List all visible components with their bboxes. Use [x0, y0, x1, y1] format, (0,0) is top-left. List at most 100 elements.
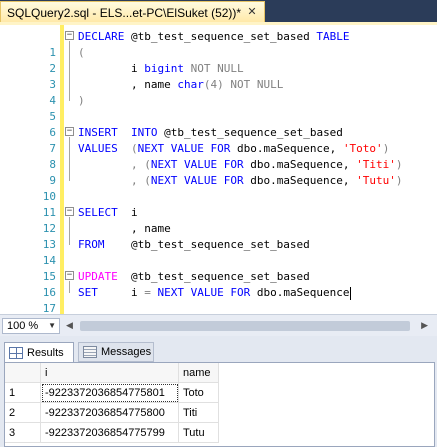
editor-status-bar: 100 % ▼ ◀ ▶ [0, 314, 437, 336]
table-row[interactable]: 2 -9223372036854775800 Titi [5, 403, 436, 423]
close-icon[interactable]: ✕ [245, 5, 259, 19]
zoom-select[interactable]: 100 % ▼ [2, 318, 60, 334]
results-grid[interactable]: i name 1 -9223372036854775801 Toto 2 -92… [4, 362, 435, 447]
identifier: i [78, 62, 145, 75]
identifier: @tb_test_sequence_set_based [104, 238, 310, 251]
code-line: 6 [0, 109, 437, 139]
punctuation: ( [117, 142, 138, 155]
scroll-thumb[interactable] [80, 321, 410, 331]
keyword: bigint [144, 62, 184, 75]
code-line: 11 [0, 189, 437, 219]
keyword: VALUES [78, 142, 118, 155]
keyword: DECLARE [78, 30, 125, 43]
punctuation: ( [78, 46, 85, 59]
keyword: NEXT VALUE FOR [137, 142, 231, 155]
code-line: 2 ( [0, 45, 437, 75]
table-cell[interactable]: -9223372036854775801 [41, 383, 179, 403]
code-line: 1 DECLARE @tb_test_sequence_set_based TA… [0, 29, 437, 59]
code-line: 10 , (NEXT VALUE FOR dbo.maSequence, 'Tu… [0, 173, 437, 203]
zoom-value: 100 % [7, 320, 39, 332]
text-cursor [349, 286, 351, 300]
table-cell[interactable]: Titi [179, 403, 219, 423]
code-line: 15 [0, 253, 437, 283]
table-cell[interactable]: Toto [179, 383, 219, 403]
table-row[interactable]: 1 -9223372036854775801 Toto [5, 383, 436, 403]
identifier: dbo.maSequence [250, 286, 350, 299]
identifier: @tb_test_sequence_set_based [157, 126, 343, 139]
punctuation: , ( [78, 158, 151, 171]
table-cell[interactable]: -9223372036854775800 [41, 403, 179, 423]
string-literal: 'Titi' [356, 158, 396, 171]
string-literal: 'Toto' [342, 142, 383, 155]
row-number[interactable]: 3 [5, 423, 41, 443]
identifier: , name [78, 222, 171, 235]
tab-results[interactable]: Results [4, 342, 74, 362]
column-header[interactable]: i [41, 363, 179, 383]
keyword: NEXT VALUE FOR [150, 174, 244, 187]
table-cell[interactable]: -9223372036854775799 [41, 423, 179, 443]
column-header[interactable]: name [179, 363, 219, 383]
code-line: 12 SELECT i [0, 205, 437, 235]
identifier: dbo.maSequence, [243, 158, 357, 171]
identifier: dbo.maSequence, [230, 142, 343, 155]
code-line: 17 SET i = NEXT VALUE FOR dbo.maSequence [0, 285, 437, 314]
grid-header-row: i name [5, 363, 436, 383]
code-line: 13 , name [0, 221, 437, 251]
document-tab[interactable]: SQLQuery2.sql - ELS...et-PC\ElSuket (52)… [0, 1, 265, 23]
messages-icon [83, 346, 97, 358]
row-number[interactable]: 2 [5, 403, 41, 423]
column-header[interactable] [5, 363, 41, 383]
tab-results-label: Results [27, 346, 64, 359]
identifier: @tb_test_sequence_set_based [124, 30, 317, 43]
punctuation: ) [78, 94, 85, 107]
keyword: INSERT [78, 126, 118, 139]
punctuation: (4) [203, 78, 224, 91]
keyword: TABLE [316, 30, 350, 43]
operator: = [144, 286, 151, 299]
keyword: NEXT VALUE FOR [150, 158, 244, 171]
keyword: SET [78, 286, 98, 299]
scroll-left-icon[interactable]: ◀ [66, 320, 73, 331]
punctuation: ) [382, 142, 390, 155]
code-line: 7 INSERT INTO @tb_test_sequence_set_base… [0, 125, 437, 155]
table-cell[interactable]: Tutu [179, 423, 219, 443]
keyword: FROM [78, 238, 105, 251]
code-line: 5 ) [0, 93, 437, 123]
code-line: 3 i bigint NOT NULL [0, 61, 437, 91]
keyword: SELECT [78, 206, 118, 219]
keyword: char [177, 78, 204, 91]
document-tab-strip: SQLQuery2.sql - ELS...et-PC\ElSuket (52)… [0, 0, 437, 23]
document-tab-title: SQLQuery2.sql - ELS...et-PC\ElSuket (52)… [7, 5, 242, 20]
punctuation: , ( [78, 174, 151, 187]
sql-editor[interactable]: − − − − 1 DECLARE @tb_test_sequence_set_… [0, 25, 437, 314]
identifier: @tb_test_sequence_set_based [117, 270, 310, 283]
keyword: UPDATE [78, 270, 118, 283]
operator: NOT NULL [223, 78, 284, 91]
code-line: 9 , (NEXT VALUE FOR dbo.maSequence, 'Tit… [0, 157, 437, 187]
string-literal: 'Tutu' [356, 174, 396, 187]
grid-icon [9, 346, 23, 359]
operator: NOT NULL [183, 62, 244, 75]
code-line: 14 FROM @tb_test_sequence_set_based [0, 237, 437, 267]
keyword: INTO [131, 126, 158, 139]
code-line: 4 , name char(4) NOT NULL [0, 77, 437, 107]
identifier: dbo.maSequence, [243, 174, 357, 187]
identifier: i [117, 206, 138, 219]
identifier: , name [78, 78, 178, 91]
identifier: i [97, 286, 145, 299]
code-line: 8 VALUES (NEXT VALUE FOR dbo.maSequence,… [0, 141, 437, 171]
row-number[interactable]: 1 [5, 383, 41, 403]
scroll-right-icon[interactable]: ▶ [421, 320, 428, 331]
table-row[interactable]: 3 -9223372036854775799 Tutu [5, 423, 436, 443]
results-pane: Results Messages i name 1 -9223372036854… [0, 336, 437, 447]
dropdown-arrow-icon[interactable]: ▼ [48, 319, 56, 333]
punctuation: ) [395, 158, 403, 171]
line-number: 17 [42, 302, 56, 314]
keyword: NEXT VALUE FOR [157, 286, 251, 299]
tab-messages[interactable]: Messages [78, 342, 154, 362]
horizontal-scrollbar[interactable]: ◀ ▶ [62, 318, 432, 334]
tab-messages-label: Messages [101, 346, 152, 358]
code-line: 16 UPDATE @tb_test_sequence_set_based [0, 269, 437, 299]
punctuation: ) [395, 174, 403, 187]
